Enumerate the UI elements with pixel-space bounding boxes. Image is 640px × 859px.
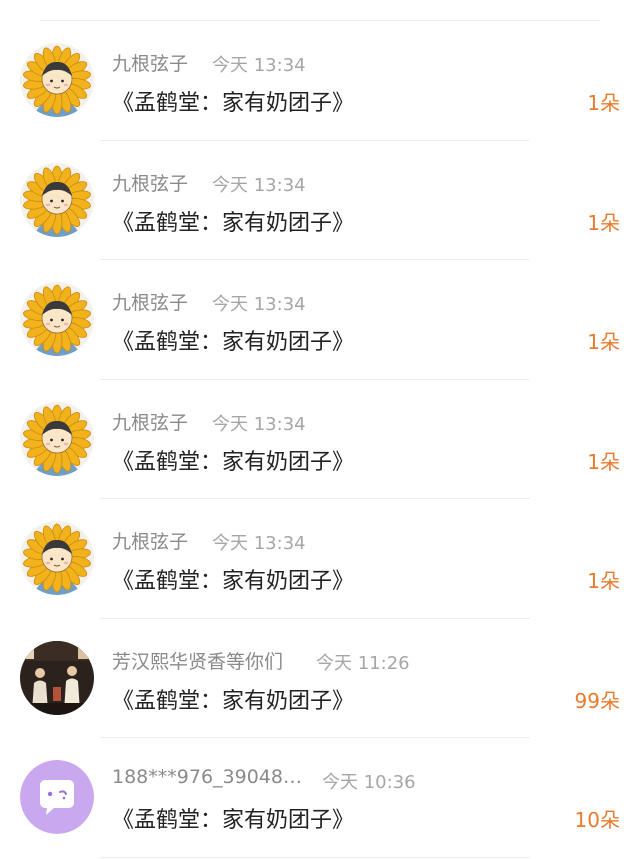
flower-count: 1朵: [587, 330, 620, 354]
sender-name[interactable]: 九根弦子: [112, 49, 188, 76]
work-title[interactable]: 《孟鹤堂：家有奶团子》: [112, 683, 354, 715]
send-time: 今天 13:34: [212, 533, 306, 554]
sunflower-boy-avatar[interactable]: [20, 43, 94, 117]
gift-list: 九根弦子 今天 13:34 《孟鹤堂：家有奶团子》 1朵 九根弦子 今天 13:…: [0, 21, 640, 858]
sunflower-boy-avatar[interactable]: [20, 162, 94, 237]
sender-name[interactable]: 九根弦子: [112, 169, 188, 196]
flower-count: 99朵: [574, 688, 620, 713]
stage-photo-avatar[interactable]: [20, 640, 94, 715]
flower-count: 1朵: [587, 449, 620, 474]
send-time: 今天 13:34: [212, 174, 306, 196]
sender-name[interactable]: 九根弦子: [112, 288, 188, 315]
sender-name[interactable]: 九根弦子: [112, 408, 188, 435]
row-divider: [100, 856, 530, 858]
flower-count: 1朵: [587, 569, 620, 593]
sunflower-boy-avatar[interactable]: [20, 282, 94, 356]
flower-count: 1朵: [587, 210, 620, 235]
work-title[interactable]: 《孟鹤堂：家有奶团子》: [112, 205, 354, 237]
sunflower-boy-avatar[interactable]: [20, 521, 94, 595]
list-item[interactable]: 九根弦子 今天 13:34 《孟鹤堂：家有奶团子》 1朵: [0, 499, 640, 619]
work-title[interactable]: 《孟鹤堂：家有奶团子》: [112, 324, 354, 356]
list-item[interactable]: 九根弦子 今天 13:34 《孟鹤堂：家有奶团子》 1朵: [0, 260, 640, 380]
work-title[interactable]: 《孟鹤堂：家有奶团子》: [112, 444, 354, 476]
work-title[interactable]: 《孟鹤堂：家有奶团子》: [112, 563, 354, 595]
work-title[interactable]: 《孟鹤堂：家有奶团子》: [112, 802, 354, 834]
send-time: 今天 10:36: [322, 772, 416, 793]
list-item[interactable]: 芳汉熙华贤香等你们 今天 11:26 《孟鹤堂：家有奶团子》 99朵: [0, 619, 640, 738]
sender-name[interactable]: 188***976_39048…: [112, 766, 302, 788]
sender-name[interactable]: 九根弦子: [112, 527, 188, 554]
list-item[interactable]: 九根弦子 今天 13:34 《孟鹤堂：家有奶团子》 1朵: [0, 21, 640, 141]
flower-count: 1朵: [587, 91, 620, 115]
list-item[interactable]: 九根弦子 今天 13:34 《孟鹤堂：家有奶团子》 1朵: [0, 380, 640, 499]
send-time: 今天 13:34: [212, 294, 306, 315]
sunflower-boy-avatar[interactable]: [20, 401, 94, 476]
flower-count: 10朵: [574, 808, 620, 832]
send-time: 今天 13:34: [212, 413, 306, 435]
send-time: 今天 11:26: [316, 652, 410, 674]
list-item[interactable]: 188***976_39048… 今天 10:36 《孟鹤堂：家有奶团子》 10…: [0, 738, 640, 858]
send-time: 今天 13:34: [212, 55, 306, 76]
sender-name[interactable]: 芳汉熙华贤香等你们: [112, 647, 283, 674]
chat-bubble-avatar[interactable]: [20, 760, 94, 834]
work-title[interactable]: 《孟鹤堂：家有奶团子》: [112, 85, 354, 117]
list-item[interactable]: 九根弦子 今天 13:34 《孟鹤堂：家有奶团子》 1朵: [0, 141, 640, 260]
